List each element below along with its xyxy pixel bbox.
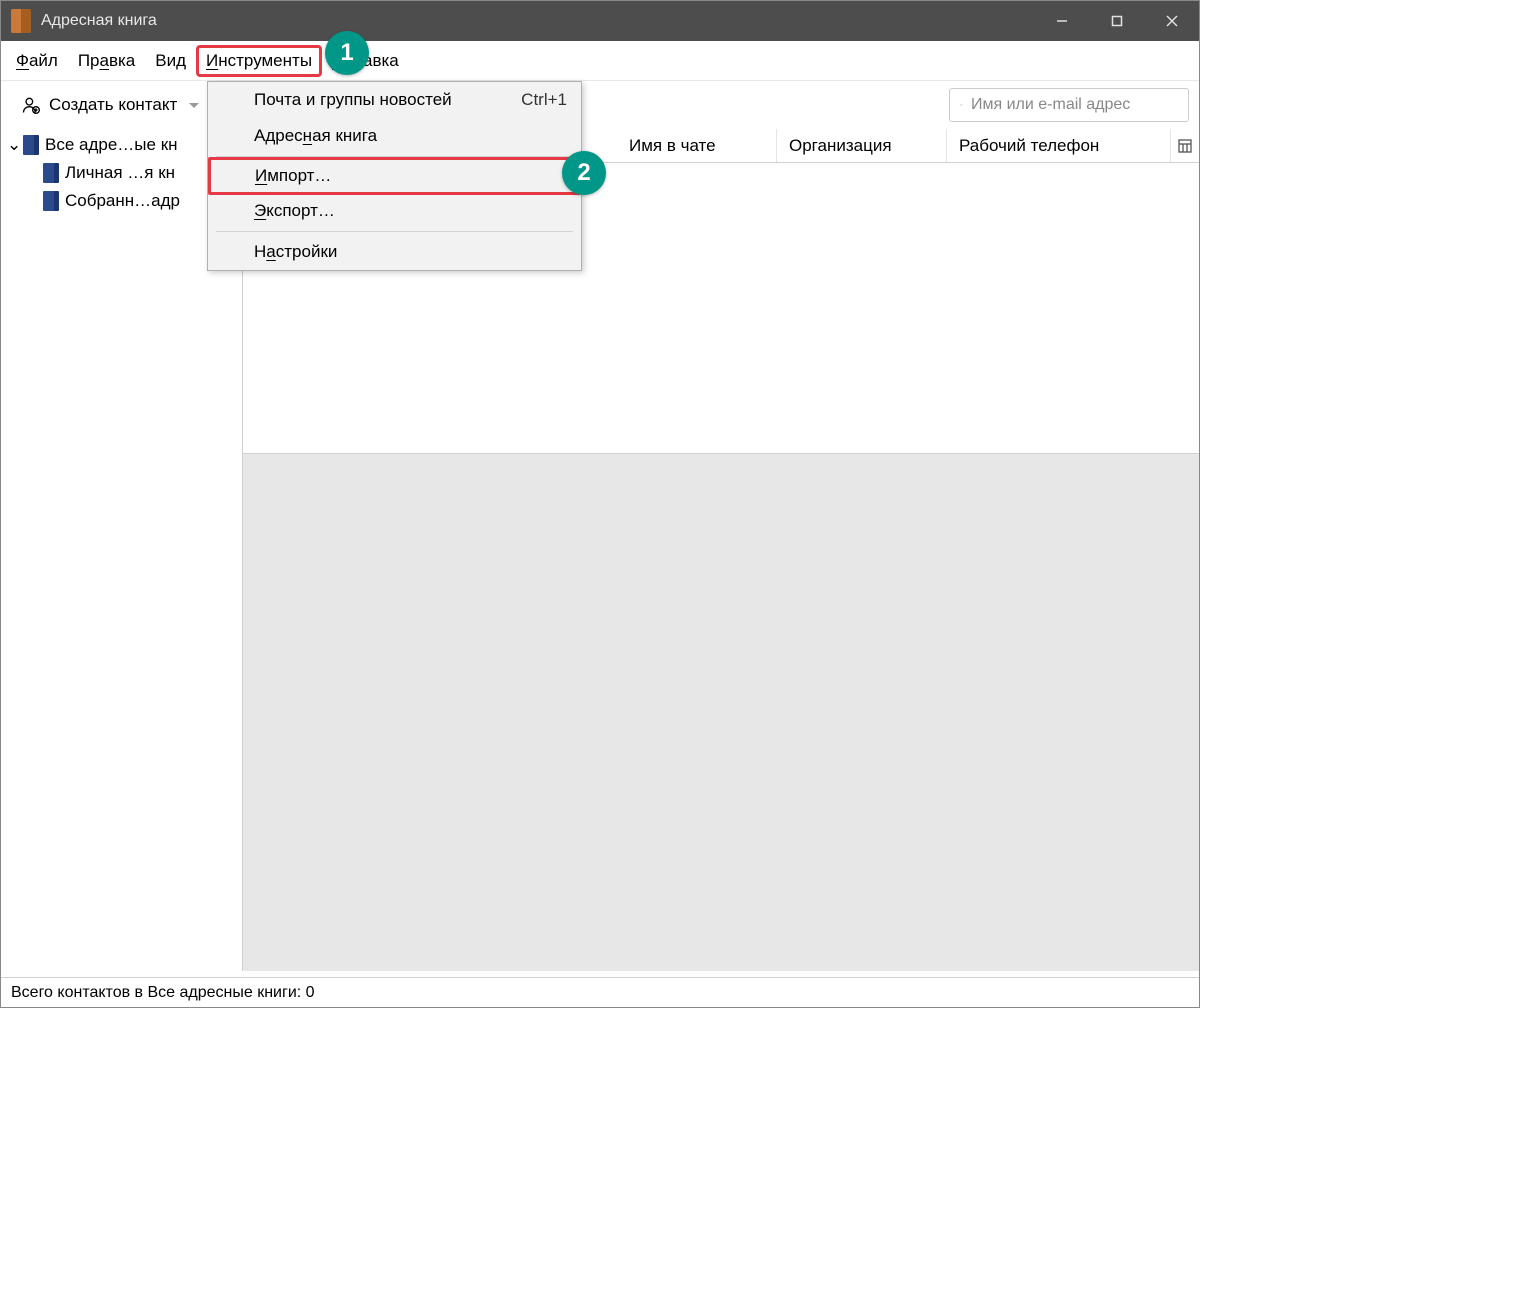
new-contact-label: Создать контакт bbox=[49, 95, 177, 115]
menu-tools[interactable]: Инструменты bbox=[196, 45, 322, 77]
menuitem-mail-newsgroups[interactable]: Почта и группы новостей Ctrl+1 bbox=[208, 82, 581, 118]
menuitem-export[interactable]: Экспорт… bbox=[208, 193, 581, 229]
close-button[interactable] bbox=[1144, 1, 1199, 41]
column-organization[interactable]: Организация bbox=[777, 129, 947, 162]
contact-detail-pane bbox=[243, 453, 1199, 971]
menu-divider bbox=[216, 231, 573, 232]
close-icon bbox=[1166, 15, 1178, 27]
menuitem-address-book[interactable]: Адресная книга bbox=[208, 118, 581, 154]
menuitem-import[interactable]: Импорт… bbox=[208, 157, 581, 195]
book-icon bbox=[43, 191, 59, 211]
window-controls bbox=[1034, 1, 1199, 41]
window-title: Адресная книга bbox=[41, 12, 1034, 30]
tree-root-all-addressbooks[interactable]: ⌄ Все адре…ые кн bbox=[1, 131, 242, 159]
main-area: ⌄ Все адре…ые кн Личная …я кн Собранн…ад… bbox=[1, 129, 1199, 971]
tree-item-label: Личная …я кн bbox=[65, 163, 175, 183]
tree-item-collected[interactable]: Собранн…адр bbox=[1, 187, 242, 215]
minimize-icon bbox=[1056, 15, 1068, 27]
menu-view[interactable]: Вид bbox=[145, 45, 196, 77]
toolbar: Создать контакт Создать сообщение Удалит… bbox=[1, 81, 1199, 129]
column-work-phone[interactable]: Рабочий телефон bbox=[947, 129, 1171, 162]
maximize-button[interactable] bbox=[1089, 1, 1144, 41]
tree-root-label: Все адре…ые кн bbox=[45, 135, 178, 155]
tools-dropdown-menu: Почта и группы новостей Ctrl+1 Адресная … bbox=[207, 81, 582, 271]
menu-file[interactable]: Файл bbox=[6, 45, 68, 77]
column-picker-icon bbox=[1178, 139, 1192, 153]
book-icon bbox=[23, 135, 39, 155]
keyboard-shortcut: Ctrl+1 bbox=[521, 90, 567, 110]
app-icon bbox=[11, 9, 31, 33]
book-icon bbox=[43, 163, 59, 183]
status-bar: Всего контактов в Все адресные книги: 0 bbox=[1, 977, 1199, 1007]
maximize-icon bbox=[1111, 15, 1123, 27]
search-input[interactable] bbox=[971, 96, 1178, 114]
title-bar: Адресная книга bbox=[1, 1, 1199, 41]
search-box[interactable] bbox=[949, 88, 1189, 122]
menu-bar: Файл Правка Вид Инструменты Справка bbox=[1, 41, 1199, 81]
person-plus-icon bbox=[21, 95, 41, 115]
search-icon bbox=[960, 95, 963, 115]
tree-item-label: Собранн…адр bbox=[65, 191, 180, 211]
menuitem-settings[interactable]: Настройки bbox=[208, 234, 581, 270]
menu-edit[interactable]: Правка bbox=[68, 45, 145, 77]
chevron-down-icon: ⌄ bbox=[7, 135, 17, 155]
callout-badge-1: 1 bbox=[325, 31, 369, 75]
chevron-down-icon bbox=[189, 103, 199, 108]
minimize-button[interactable] bbox=[1034, 1, 1089, 41]
column-picker-button[interactable] bbox=[1171, 139, 1199, 153]
column-chat-name[interactable]: Имя в чате bbox=[617, 129, 777, 162]
tree-item-personal[interactable]: Личная …я кн bbox=[1, 159, 242, 187]
callout-badge-2: 2 bbox=[562, 151, 606, 195]
status-text: Всего контактов в Все адресные книги: 0 bbox=[11, 984, 315, 1002]
new-contact-button[interactable]: Создать контакт bbox=[11, 89, 209, 121]
